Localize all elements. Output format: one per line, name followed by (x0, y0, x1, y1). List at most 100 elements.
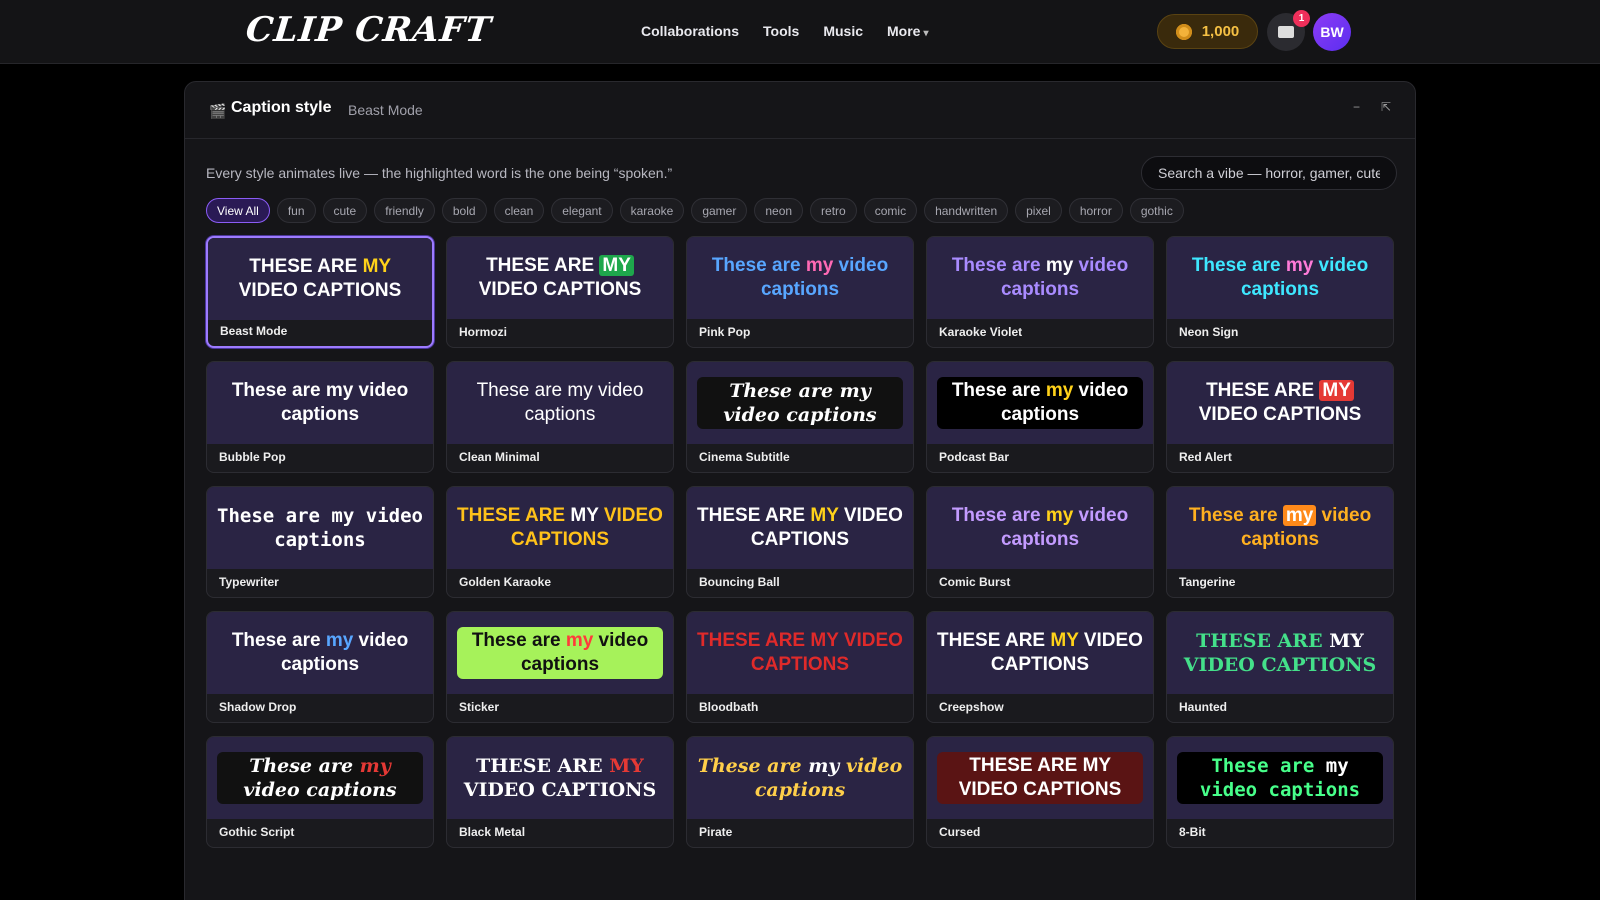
caption-word-highlight: my (1045, 380, 1074, 401)
caption-word-lead: These are (951, 255, 1046, 276)
caption-word-lead: These are (217, 505, 332, 527)
notifications-button[interactable]: 1 (1267, 10, 1310, 51)
nav-collaborations[interactable]: Collaborations (641, 23, 739, 39)
main-nav: Collaborations Tools Music More ▾ (641, 23, 928, 39)
style-card-hormozi[interactable]: These are my video captions Hormozi (446, 236, 674, 348)
tag-pixel[interactable]: pixel (1015, 198, 1062, 223)
minimize-icon[interactable]: − (1353, 100, 1360, 114)
style-card-label: Haunted (1179, 700, 1227, 714)
tag-elegant[interactable]: elegant (551, 198, 613, 223)
caption-word-lead: These are (486, 255, 600, 276)
tag-neon[interactable]: neon (754, 198, 804, 223)
caption-word-highlight: my (1050, 630, 1079, 651)
style-card-black-metal[interactable]: These are my video captions Black Metal (446, 736, 674, 848)
style-card-tangerine[interactable]: These are my video captions Tangerine (1166, 486, 1394, 598)
style-card-bubble-pop[interactable]: These are my video captions Bubble Pop (206, 361, 434, 473)
caption-text: These are my video captions (217, 752, 423, 804)
style-card-label: Neon Sign (1179, 325, 1239, 339)
style-card-sticker[interactable]: These are my video captions Sticker (446, 611, 674, 723)
vibe-search-input[interactable] (1141, 156, 1397, 190)
tag-gamer[interactable]: gamer (691, 198, 748, 223)
tag-filter-bar: View All fun cute friendly bold clean elegant k… (206, 198, 1184, 223)
style-card-haunted[interactable]: These are my video captions Haunted (1166, 611, 1394, 723)
caption-text: These are my video captions (1177, 379, 1383, 427)
style-card-gothic-script[interactable]: These are my video captions Gothic Script (206, 736, 434, 848)
caption-text: These are my video captions (697, 754, 903, 802)
caption-text: These are my video captions (937, 254, 1143, 302)
caption-word-tail: video captions (1198, 404, 1362, 425)
collapse-icon[interactable]: ⇱ (1381, 100, 1391, 114)
style-card-golden-karaoke[interactable]: These are my video captions Golden Karaok… (446, 486, 674, 598)
caption-preview: These are my video captions (687, 237, 913, 319)
caption-preview: These are my video captions (927, 612, 1153, 694)
caption-word-lead: These are (231, 630, 326, 651)
style-card-cinema-subtitle[interactable]: These are my video captions Cinema Subtit… (686, 361, 914, 473)
tag-retro[interactable]: retro (810, 198, 857, 223)
style-card-beast-mode[interactable]: These are my video captions Beast Mode (206, 236, 434, 348)
tag-comic[interactable]: comic (863, 198, 918, 223)
style-card-typewriter[interactable]: These are my video captions Typewriter (206, 486, 434, 598)
style-card-shadow-drop[interactable]: These are my video captions Shadow Drop (206, 611, 434, 723)
caption-preview: These are my video captions (927, 237, 1153, 319)
caption-preview: These are my video captions (447, 612, 673, 694)
style-card-bouncing-ball[interactable]: These are my video captions Bouncing Ball (686, 486, 914, 598)
tag-clean[interactable]: clean (493, 198, 545, 223)
tag-friendly[interactable]: friendly (374, 198, 435, 223)
style-card-8-bit[interactable]: These are my video captions 8-Bit (1166, 736, 1394, 848)
caption-word-tail: video captions (238, 280, 402, 301)
nav-music[interactable]: Music (823, 23, 863, 39)
tag-karaoke[interactable]: karaoke (619, 198, 685, 223)
caption-word-highlight: my (1282, 505, 1317, 526)
style-card-clean-minimal[interactable]: These are my video captions Clean Minimal (446, 361, 674, 473)
caption-text: These are my video captions (937, 752, 1143, 804)
caption-word-highlight: my (1325, 755, 1349, 777)
style-card-comic-burst[interactable]: These are my video captions Comic Burst (926, 486, 1154, 598)
style-grid: These are my video captions Beast Mode The… (206, 236, 1394, 848)
style-card-bloodbath[interactable]: These are my video captions Bloodbath (686, 611, 914, 723)
caption-word-lead: These are (697, 630, 811, 651)
tag-gothic[interactable]: gothic (1129, 198, 1184, 223)
caption-word-highlight: my (810, 505, 839, 526)
caption-text: These are my video captions (1177, 504, 1383, 552)
style-card-cursed[interactable]: These are my video captions Cursed (926, 736, 1154, 848)
tag-bold[interactable]: bold (441, 198, 487, 223)
coin-balance[interactable]: 1,000 (1157, 14, 1258, 49)
style-card-label: Hormozi (459, 325, 507, 339)
style-card-podcast-bar[interactable]: These are my video captions Podcast Bar (926, 361, 1154, 473)
style-card-creepshow[interactable]: These are my video captions Creepshow (926, 611, 1154, 723)
caption-text: These are my video captions (457, 627, 663, 679)
clip-craft-logo[interactable]: CLIP CRAFT (244, 10, 494, 50)
caption-word-lead: These are (1206, 380, 1320, 401)
caption-text: These are my video captions (1177, 629, 1383, 677)
tag-fun[interactable]: fun (276, 198, 316, 223)
style-card-label: Beast Mode (220, 324, 288, 338)
style-card-pirate[interactable]: These are my video captions Pirate (686, 736, 914, 848)
tag-view-all[interactable]: View All (206, 198, 270, 223)
caption-word-highlight: my (331, 505, 355, 527)
caption-text: These are my video captions (217, 504, 423, 552)
caption-word-lead: These are (249, 755, 360, 777)
style-card-pink-pop[interactable]: These are my video captions Pink Pop (686, 236, 914, 348)
caption-word-lead: These are (1188, 505, 1283, 526)
caption-word-tail: video captions (478, 279, 642, 300)
style-card-label: Typewriter (219, 575, 279, 589)
style-card-karaoke-violet[interactable]: These are my video captions Karaoke Viole… (926, 236, 1154, 348)
tag-cute[interactable]: cute (322, 198, 368, 223)
caption-text: These are my video captions (1177, 254, 1383, 302)
current-style: Beast Mode (348, 102, 423, 118)
style-card-label: Gothic Script (219, 825, 295, 839)
style-card-label: Golden Karaoke (459, 575, 552, 589)
style-card-red-alert[interactable]: These are my video captions Red Alert (1166, 361, 1394, 473)
nav-tools[interactable]: Tools (763, 23, 799, 39)
caption-text: These are my video captions (697, 377, 903, 429)
top-bar: CLIP CRAFT Collaborations Tools Music Mo… (0, 0, 1600, 64)
tag-horror[interactable]: horror (1068, 198, 1123, 223)
tag-handwritten[interactable]: handwritten (924, 198, 1009, 223)
caption-word-highlight: my (1045, 505, 1074, 526)
clapperboard-icon: 🎬 (209, 103, 227, 119)
user-avatar[interactable]: BW (1313, 13, 1351, 51)
style-card-neon-sign[interactable]: These are my video captions Neon Sign (1166, 236, 1394, 348)
caption-word-highlight: my (1045, 255, 1074, 276)
nav-more[interactable]: More ▾ (887, 23, 928, 39)
caption-word-tail: video captions (243, 779, 397, 801)
